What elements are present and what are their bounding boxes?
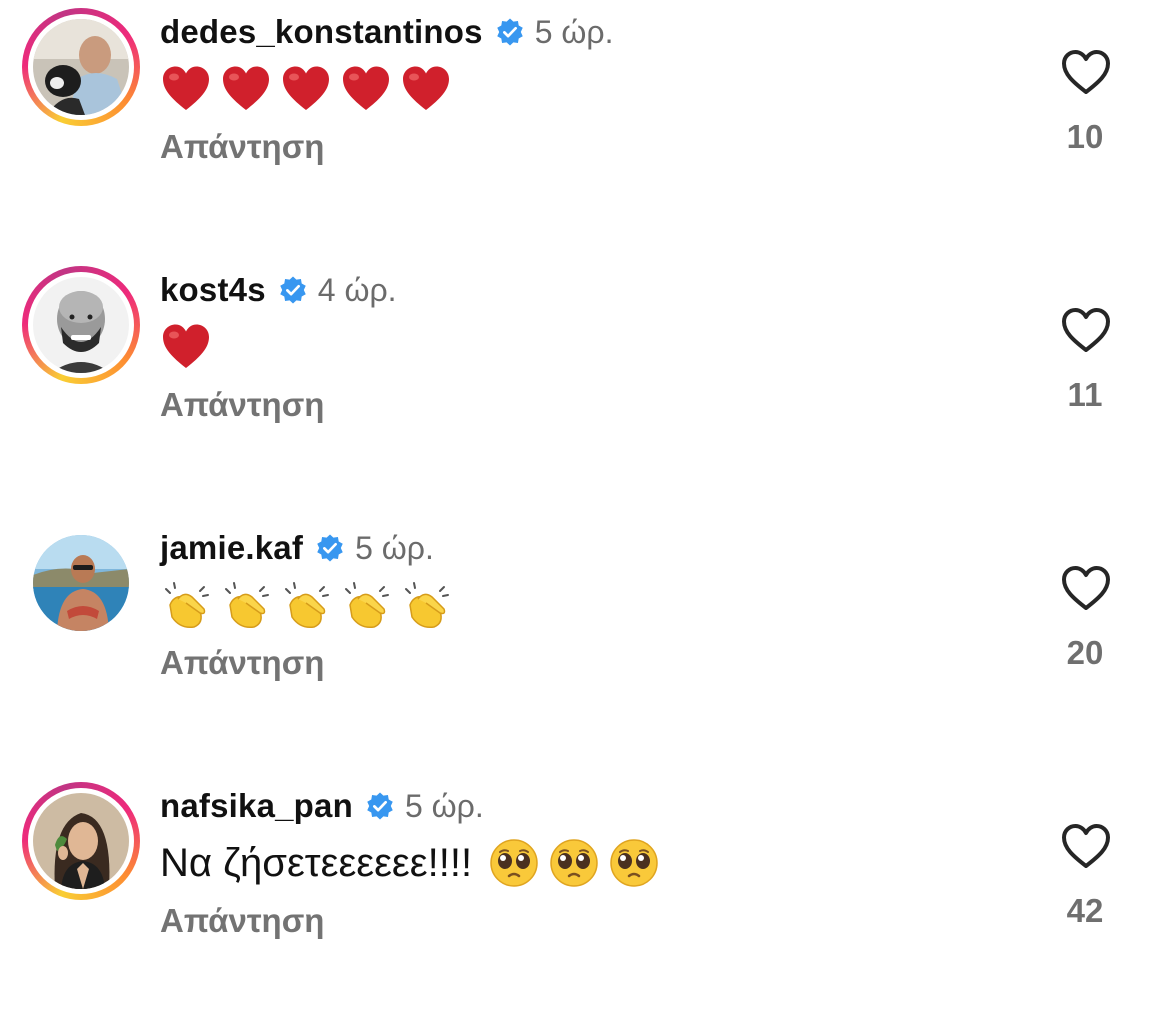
username[interactable]: nafsika_pan: [160, 787, 353, 825]
clapping-hands-icon: [220, 579, 272, 631]
red-heart-icon: [160, 321, 212, 373]
avatar[interactable]: [33, 19, 129, 115]
verified-badge-icon: [317, 534, 343, 562]
comment-time: 5 ώρ.: [404, 787, 484, 824]
verified-badge-icon: [367, 792, 393, 820]
red-heart-icon: [280, 63, 332, 115]
pleading-face-icon: [608, 837, 660, 889]
comment-time: 5 ώρ.: [355, 529, 434, 566]
comment-item: kost4s 4 ώρ. Απάντηση 11: [0, 258, 1161, 508]
comment-item: jamie.kaf 5 ώρ. Απάντηση 20: [0, 516, 1161, 766]
avatar[interactable]: [33, 535, 129, 631]
like-count: 20: [1066, 634, 1104, 671]
red-heart-icon: [160, 63, 212, 115]
story-ring[interactable]: [22, 266, 140, 384]
red-heart-icon: [400, 63, 452, 115]
avatar[interactable]: [33, 793, 129, 889]
heart-outline-icon[interactable]: [1060, 306, 1112, 354]
heart-outline-icon[interactable]: [1060, 564, 1112, 612]
like-count: 11: [1067, 376, 1103, 413]
clapping-hands-icon: [400, 579, 452, 631]
username[interactable]: kost4s: [160, 271, 266, 309]
comment-text: Να ζήσετεεεεεε!!!!: [160, 830, 668, 896]
heart-outline-icon[interactable]: [1060, 822, 1112, 870]
reply-button[interactable]: Απάντηση: [160, 386, 324, 424]
comment-text: [160, 56, 460, 122]
reply-button[interactable]: Απάντηση: [160, 128, 324, 166]
red-heart-icon: [220, 63, 272, 115]
pleading-face-icon: [488, 837, 540, 889]
comment-time: 4 ώρ.: [317, 271, 397, 308]
reply-button[interactable]: Απάντηση: [160, 644, 324, 682]
story-ring[interactable]: [22, 8, 140, 126]
username[interactable]: dedes_konstantinos: [160, 13, 483, 51]
comment-item: dedes_konstantinos 5 ώρ. Απάντηση 10: [0, 0, 1161, 250]
verified-badge-icon: [496, 18, 523, 46]
username[interactable]: jamie.kaf: [160, 529, 303, 567]
reply-button[interactable]: Απάντηση: [160, 902, 324, 940]
verified-badge-icon: [280, 276, 306, 304]
heart-outline-icon[interactable]: [1060, 48, 1112, 96]
story-ring[interactable]: [22, 782, 140, 900]
clapping-hands-icon: [340, 579, 392, 631]
comment-item: nafsika_pan 5 ώρ. Να ζήσετεεεεεε!!!! Απά…: [0, 774, 1161, 1024]
clapping-hands-icon: [280, 579, 332, 631]
comment-text: [160, 314, 220, 380]
like-count: 42: [1066, 892, 1104, 929]
clapping-hands-icon: [160, 579, 212, 631]
red-heart-icon: [340, 63, 392, 115]
like-count: 10: [1066, 118, 1104, 155]
comment-text: [160, 572, 460, 638]
comment-text-content: Να ζήσετεεεεεε!!!!: [160, 840, 473, 885]
pleading-face-icon: [548, 837, 600, 889]
comment-time: 5 ώρ.: [534, 13, 614, 50]
avatar[interactable]: [33, 277, 129, 373]
avatar-container[interactable]: [22, 524, 140, 642]
